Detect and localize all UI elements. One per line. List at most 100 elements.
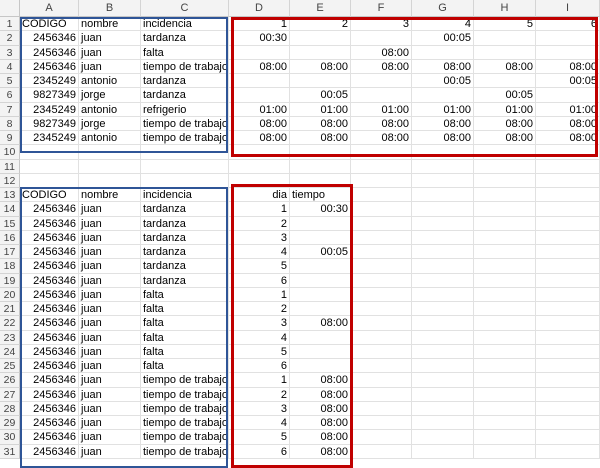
- cell-g26[interactable]: [412, 373, 474, 388]
- cell-b13[interactable]: nombre: [79, 188, 141, 203]
- cell-i24[interactable]: [536, 344, 600, 359]
- cell-c16[interactable]: tardanza: [141, 230, 229, 245]
- cell-d27[interactable]: 2: [229, 387, 290, 402]
- cell-i8[interactable]: 08:00: [536, 116, 600, 131]
- cell-h6[interactable]: 00:05: [474, 88, 536, 103]
- cell-h23[interactable]: [474, 330, 536, 345]
- cell-e21[interactable]: [290, 302, 351, 317]
- cell-b31[interactable]: juan: [79, 444, 141, 459]
- cell-c21[interactable]: falta: [141, 302, 229, 317]
- cell-g27[interactable]: [412, 387, 474, 402]
- cell-f6[interactable]: [351, 88, 412, 103]
- row-header-10[interactable]: 10: [0, 145, 20, 160]
- cell-e18[interactable]: [290, 259, 351, 274]
- cell-h15[interactable]: [474, 216, 536, 231]
- cell-a14[interactable]: 2456346: [20, 202, 79, 217]
- cell-d24[interactable]: 5: [229, 344, 290, 359]
- row-header-5[interactable]: 5: [0, 74, 20, 89]
- cell-h8[interactable]: 08:00: [474, 116, 536, 131]
- cell-f13[interactable]: [351, 188, 412, 203]
- row-header-9[interactable]: 9: [0, 131, 20, 146]
- cell-e2[interactable]: [290, 31, 351, 46]
- cell-a3[interactable]: 2456346: [20, 45, 79, 60]
- cell-b19[interactable]: juan: [79, 273, 141, 288]
- column-header-g[interactable]: G: [412, 0, 474, 17]
- cell-c9[interactable]: tiempo de trabajo: [141, 131, 229, 146]
- cell-g22[interactable]: [412, 316, 474, 331]
- cell-b6[interactable]: jorge: [79, 88, 141, 103]
- cell-h25[interactable]: [474, 359, 536, 374]
- cell-g12[interactable]: [412, 173, 474, 188]
- cell-a6[interactable]: 9827349: [20, 88, 79, 103]
- cell-i18[interactable]: [536, 259, 600, 274]
- cell-g18[interactable]: [412, 259, 474, 274]
- cell-c3[interactable]: falta: [141, 45, 229, 60]
- cell-c15[interactable]: tardanza: [141, 216, 229, 231]
- cell-b11[interactable]: [79, 159, 141, 174]
- cell-f26[interactable]: [351, 373, 412, 388]
- cell-i6[interactable]: [536, 88, 600, 103]
- cell-g20[interactable]: [412, 287, 474, 302]
- cell-d6[interactable]: [229, 88, 290, 103]
- cell-g24[interactable]: [412, 344, 474, 359]
- row-header-11[interactable]: 11: [0, 159, 20, 174]
- cell-d14[interactable]: 1: [229, 202, 290, 217]
- cell-i19[interactable]: [536, 273, 600, 288]
- cell-a26[interactable]: 2456346: [20, 373, 79, 388]
- cell-b15[interactable]: juan: [79, 216, 141, 231]
- cell-e19[interactable]: [290, 273, 351, 288]
- cell-e4[interactable]: 08:00: [290, 59, 351, 74]
- cell-h19[interactable]: [474, 273, 536, 288]
- cell-i23[interactable]: [536, 330, 600, 345]
- cell-e27[interactable]: 08:00: [290, 387, 351, 402]
- cell-c5[interactable]: tardanza: [141, 74, 229, 89]
- cell-a4[interactable]: 2456346: [20, 59, 79, 74]
- cell-b28[interactable]: juan: [79, 401, 141, 416]
- cell-c18[interactable]: tardanza: [141, 259, 229, 274]
- cell-b18[interactable]: juan: [79, 259, 141, 274]
- row-header-21[interactable]: 21: [0, 302, 20, 317]
- cell-d4[interactable]: 08:00: [229, 59, 290, 74]
- cell-e16[interactable]: [290, 230, 351, 245]
- cell-c30[interactable]: tiempo de trabajo: [141, 430, 229, 445]
- cell-g23[interactable]: [412, 330, 474, 345]
- cell-d12[interactable]: [229, 173, 290, 188]
- row-header-24[interactable]: 24: [0, 344, 20, 359]
- row-header-1[interactable]: 1: [0, 17, 20, 32]
- cell-d28[interactable]: 3: [229, 401, 290, 416]
- cell-f20[interactable]: [351, 287, 412, 302]
- cell-i26[interactable]: [536, 373, 600, 388]
- cell-b27[interactable]: juan: [79, 387, 141, 402]
- cell-e31[interactable]: 08:00: [290, 444, 351, 459]
- cell-b29[interactable]: juan: [79, 416, 141, 431]
- cell-h5[interactable]: [474, 74, 536, 89]
- row-header-4[interactable]: 4: [0, 59, 20, 74]
- cell-a9[interactable]: 2345249: [20, 131, 79, 146]
- cell-h24[interactable]: [474, 344, 536, 359]
- cell-g6[interactable]: [412, 88, 474, 103]
- cell-h9[interactable]: 08:00: [474, 131, 536, 146]
- cell-g21[interactable]: [412, 302, 474, 317]
- cell-f29[interactable]: [351, 416, 412, 431]
- cell-i28[interactable]: [536, 401, 600, 416]
- spreadsheet-grid[interactable]: A B C D E F G H I 1 2 3 4 5 6 7 8 9 10 11 12 13 14 15 16 17 18 19 20…: [0, 0, 600, 468]
- cell-e8[interactable]: 08:00: [290, 116, 351, 131]
- cell-g2[interactable]: 00:05: [412, 31, 474, 46]
- cell-i27[interactable]: [536, 387, 600, 402]
- cell-d21[interactable]: 2: [229, 302, 290, 317]
- cell-f30[interactable]: [351, 430, 412, 445]
- cell-a7[interactable]: 2345249: [20, 102, 79, 117]
- cell-a24[interactable]: 2456346: [20, 344, 79, 359]
- row-header-3[interactable]: 3: [0, 45, 20, 60]
- cell-f17[interactable]: [351, 245, 412, 260]
- cell-b23[interactable]: juan: [79, 330, 141, 345]
- cell-f15[interactable]: [351, 216, 412, 231]
- cell-h1[interactable]: 5: [474, 17, 536, 32]
- cell-g19[interactable]: [412, 273, 474, 288]
- cell-c13[interactable]: incidencia: [141, 188, 229, 203]
- cell-h18[interactable]: [474, 259, 536, 274]
- cell-h2[interactable]: [474, 31, 536, 46]
- cell-e11[interactable]: [290, 159, 351, 174]
- cell-a13[interactable]: CODIGO: [20, 188, 79, 203]
- row-header-25[interactable]: 25: [0, 359, 20, 374]
